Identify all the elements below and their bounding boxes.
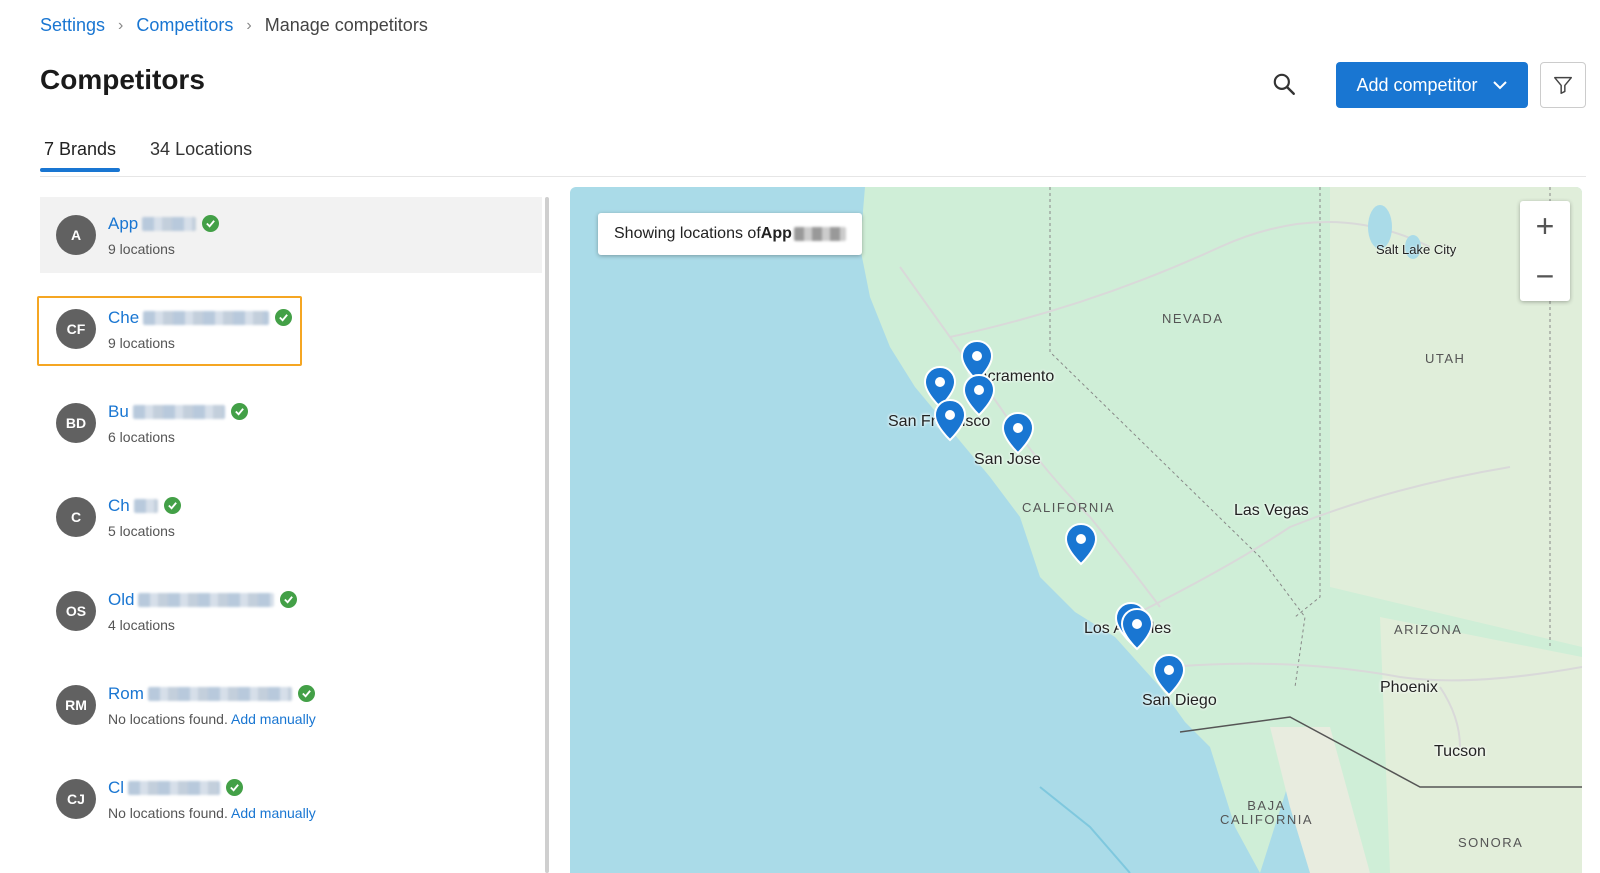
map-pin-icon[interactable] — [1001, 411, 1035, 455]
breadcrumb-current: Manage competitors — [264, 15, 428, 35]
zoom-in-button[interactable]: + — [1520, 201, 1570, 251]
redacted-text — [133, 498, 158, 513]
tooltip-brand: App — [760, 225, 792, 242]
redacted-text — [138, 592, 275, 607]
avatar: OS — [56, 591, 96, 631]
chevron-down-icon — [1492, 81, 1507, 90]
redacted-text — [793, 227, 846, 241]
filter-icon — [1554, 76, 1572, 94]
map-label-utah: UTAH — [1425, 351, 1466, 366]
map-tooltip: Showing locations of App — [598, 213, 862, 255]
map-pin-icon[interactable] — [1064, 522, 1098, 566]
verified-check-icon — [275, 309, 293, 326]
map-label-baja-california: BAJA CALIFORNIA — [1220, 798, 1314, 827]
list-item[interactable]: BD Bu 6 locations — [40, 385, 542, 461]
map-pin-icon[interactable] — [933, 398, 967, 442]
map-label-california: CALIFORNIA — [1022, 500, 1116, 515]
verified-check-icon — [280, 591, 298, 608]
map-pin-icon[interactable] — [962, 373, 996, 417]
list-item[interactable]: RM Rom No locations found. Add manually — [40, 667, 542, 743]
brand-name[interactable]: App — [108, 214, 138, 234]
avatar: CJ — [56, 779, 96, 819]
page-title: Competitors — [40, 64, 205, 95]
redacted-text — [142, 216, 197, 231]
brand-location-count: 9 locations — [108, 334, 175, 351]
map-label-tucson: Tucson — [1434, 743, 1486, 760]
map-pin-icon[interactable] — [1120, 607, 1154, 651]
avatar: A — [56, 215, 96, 255]
map-label-nevada: NEVADA — [1162, 311, 1224, 326]
brand-location-count: 4 locations — [108, 616, 175, 633]
tabs-divider — [40, 176, 1586, 177]
avatar: RM — [56, 685, 96, 725]
tabs: 7 Brands 34 Locations — [40, 135, 256, 172]
map-label-phoenix: Phoenix — [1380, 679, 1438, 696]
brand-name[interactable]: Che — [108, 308, 139, 328]
tooltip-prefix: Showing locations of — [614, 225, 761, 242]
list-scrollbar[interactable] — [545, 197, 549, 873]
list-item[interactable]: CF Che 9 locations — [40, 291, 542, 367]
map-pin-icon[interactable] — [1152, 653, 1186, 697]
map-label-las-vegas: Las Vegas — [1234, 502, 1309, 519]
redacted-text — [128, 780, 221, 795]
brand-location-count: 5 locations — [108, 522, 175, 539]
chevron-right-icon: › — [246, 16, 252, 34]
map-label-salt-lake-city: Salt Lake City — [1376, 242, 1457, 257]
list-item[interactable]: C Ch 5 locations — [40, 479, 542, 555]
brand-name[interactable]: Ch — [108, 496, 130, 516]
brand-name[interactable]: Cl — [108, 778, 124, 798]
brand-name[interactable]: Rom — [108, 684, 144, 704]
verified-check-icon — [226, 779, 244, 796]
redacted-text — [143, 310, 270, 325]
add-competitor-button[interactable]: Add competitor — [1336, 62, 1528, 108]
verified-check-icon — [230, 403, 248, 420]
add-competitor-label: Add competitor — [1356, 74, 1478, 95]
brand-location-count: 9 locations — [108, 240, 175, 257]
avatar: CF — [56, 309, 96, 349]
search-button[interactable] — [1268, 68, 1300, 100]
add-manually-link[interactable]: Add manually — [231, 805, 316, 821]
brand-list: A App 9 locations CF Che 9 locations BD … — [40, 197, 550, 873]
verified-check-icon — [297, 685, 315, 702]
list-item[interactable]: OS Old 4 locations — [40, 573, 542, 649]
redacted-text — [147, 686, 292, 701]
breadcrumb-settings[interactable]: Settings — [40, 15, 105, 36]
avatar: BD — [56, 403, 96, 443]
breadcrumb-competitors[interactable]: Competitors — [136, 15, 233, 36]
redacted-text — [132, 404, 225, 419]
map-label-sonora: SONORA — [1458, 835, 1524, 850]
brand-name[interactable]: Bu — [108, 402, 129, 422]
brand-location-count: No locations found. — [108, 804, 228, 821]
avatar: C — [56, 497, 96, 537]
tab-brands[interactable]: 7 Brands — [40, 135, 121, 172]
zoom-out-button[interactable]: − — [1520, 251, 1570, 301]
chevron-right-icon: › — [118, 16, 124, 34]
list-item[interactable]: CJ Cl No locations found. Add manually — [40, 761, 542, 837]
zoom-control: + − — [1520, 201, 1570, 301]
search-icon — [1273, 73, 1295, 95]
verified-check-icon — [202, 215, 220, 232]
brand-location-count: No locations found. — [108, 710, 228, 727]
map-label-arizona: ARIZONA — [1394, 622, 1463, 637]
map[interactable]: Showing locations of App + − Salt Lake C… — [570, 187, 1582, 873]
breadcrumb: Settings › Competitors › Manage competit… — [40, 15, 428, 36]
tab-locations[interactable]: 34 Locations — [146, 135, 256, 172]
filter-button[interactable] — [1540, 62, 1586, 108]
brand-name[interactable]: Old — [108, 590, 134, 610]
list-item[interactable]: A App 9 locations — [40, 197, 542, 273]
brand-location-count: 6 locations — [108, 428, 175, 445]
verified-check-icon — [163, 497, 181, 514]
add-manually-link[interactable]: Add manually — [231, 711, 316, 727]
